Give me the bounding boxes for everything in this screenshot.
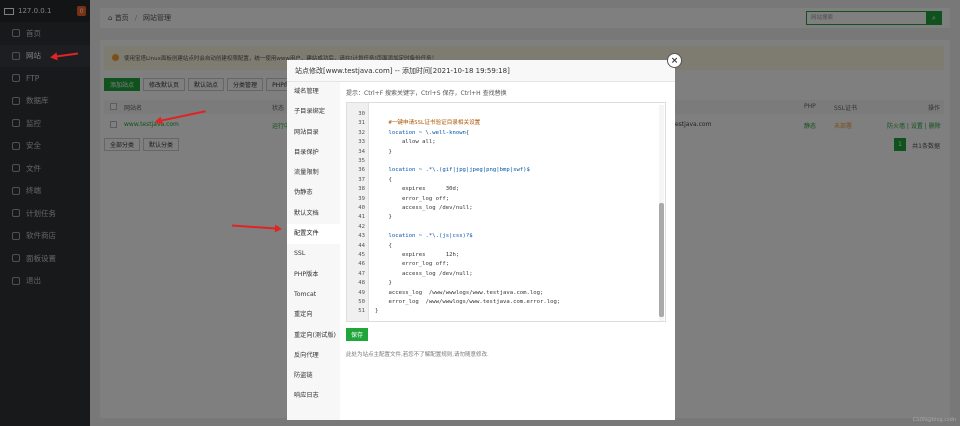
line-number: 51 [358,308,365,315]
modal-nav-item[interactable]: 默认文档 [287,204,340,224]
modal-nav-item[interactable]: 重定向(测试版) [287,326,340,346]
modal-nav-item[interactable]: 网站目录 [287,123,340,143]
modal-nav-item[interactable]: 流量限制 [287,163,340,183]
watermark: CSDN@blog.csdn [912,417,956,423]
modal-nav-item[interactable]: 伪静态 [287,183,340,203]
code-editor[interactable]: 30 31 #一键申请SSL证书验证目录相关设置 32 location ~ \.w… [346,102,666,322]
config-warning-note: 此处为站点主配置文件,若您不了解配置规则,请勿随意修改. [346,352,489,358]
modal-nav-item[interactable]: 重定向 [287,305,340,325]
modal-nav: 域名管理 子目录绑定 网站目录 目录保护 流量限制 伪静态 默认文档 配置文件 SSL PHP版本… [287,82,340,420]
modal-nav-item[interactable]: 子目录绑定 [287,102,340,122]
modal-nav-item[interactable]: 目录保护 [287,143,340,163]
modal-nav-item[interactable]: 响应日志 [287,386,340,406]
code-line: 51} [347,306,663,316]
code-text: } [375,308,379,315]
modal-nav-item[interactable]: 配置文件 [287,224,340,245]
modal-nav-item[interactable]: SSL [287,244,340,264]
modal-nav-item[interactable]: 域名管理 [287,82,340,102]
site-edit-modal: 站点修改[www.testjava.com] -- 添加时间[2021-10-1… [287,53,682,420]
modal-nav-item[interactable]: 反向代理 [287,346,340,366]
editor-hint: 提示：Ctrl+F 搜索关键字，Ctrl+S 保存，Ctrl+H 查找替换 [346,90,507,97]
modal-nav-item[interactable]: Tomcat [287,285,340,305]
save-button[interactable]: 保存 [346,328,368,341]
close-icon[interactable]: × [667,53,682,68]
modal-nav-item[interactable]: PHP版本 [287,265,340,285]
modal-title: 站点修改[www.testjava.com] -- 添加时间[2021-10-1… [287,60,675,82]
config-file-pane: 提示：Ctrl+F 搜索关键字，Ctrl+S 保存，Ctrl+H 查找替换 30… [340,82,675,420]
modal-nav-item[interactable]: 防盗链 [287,366,340,386]
